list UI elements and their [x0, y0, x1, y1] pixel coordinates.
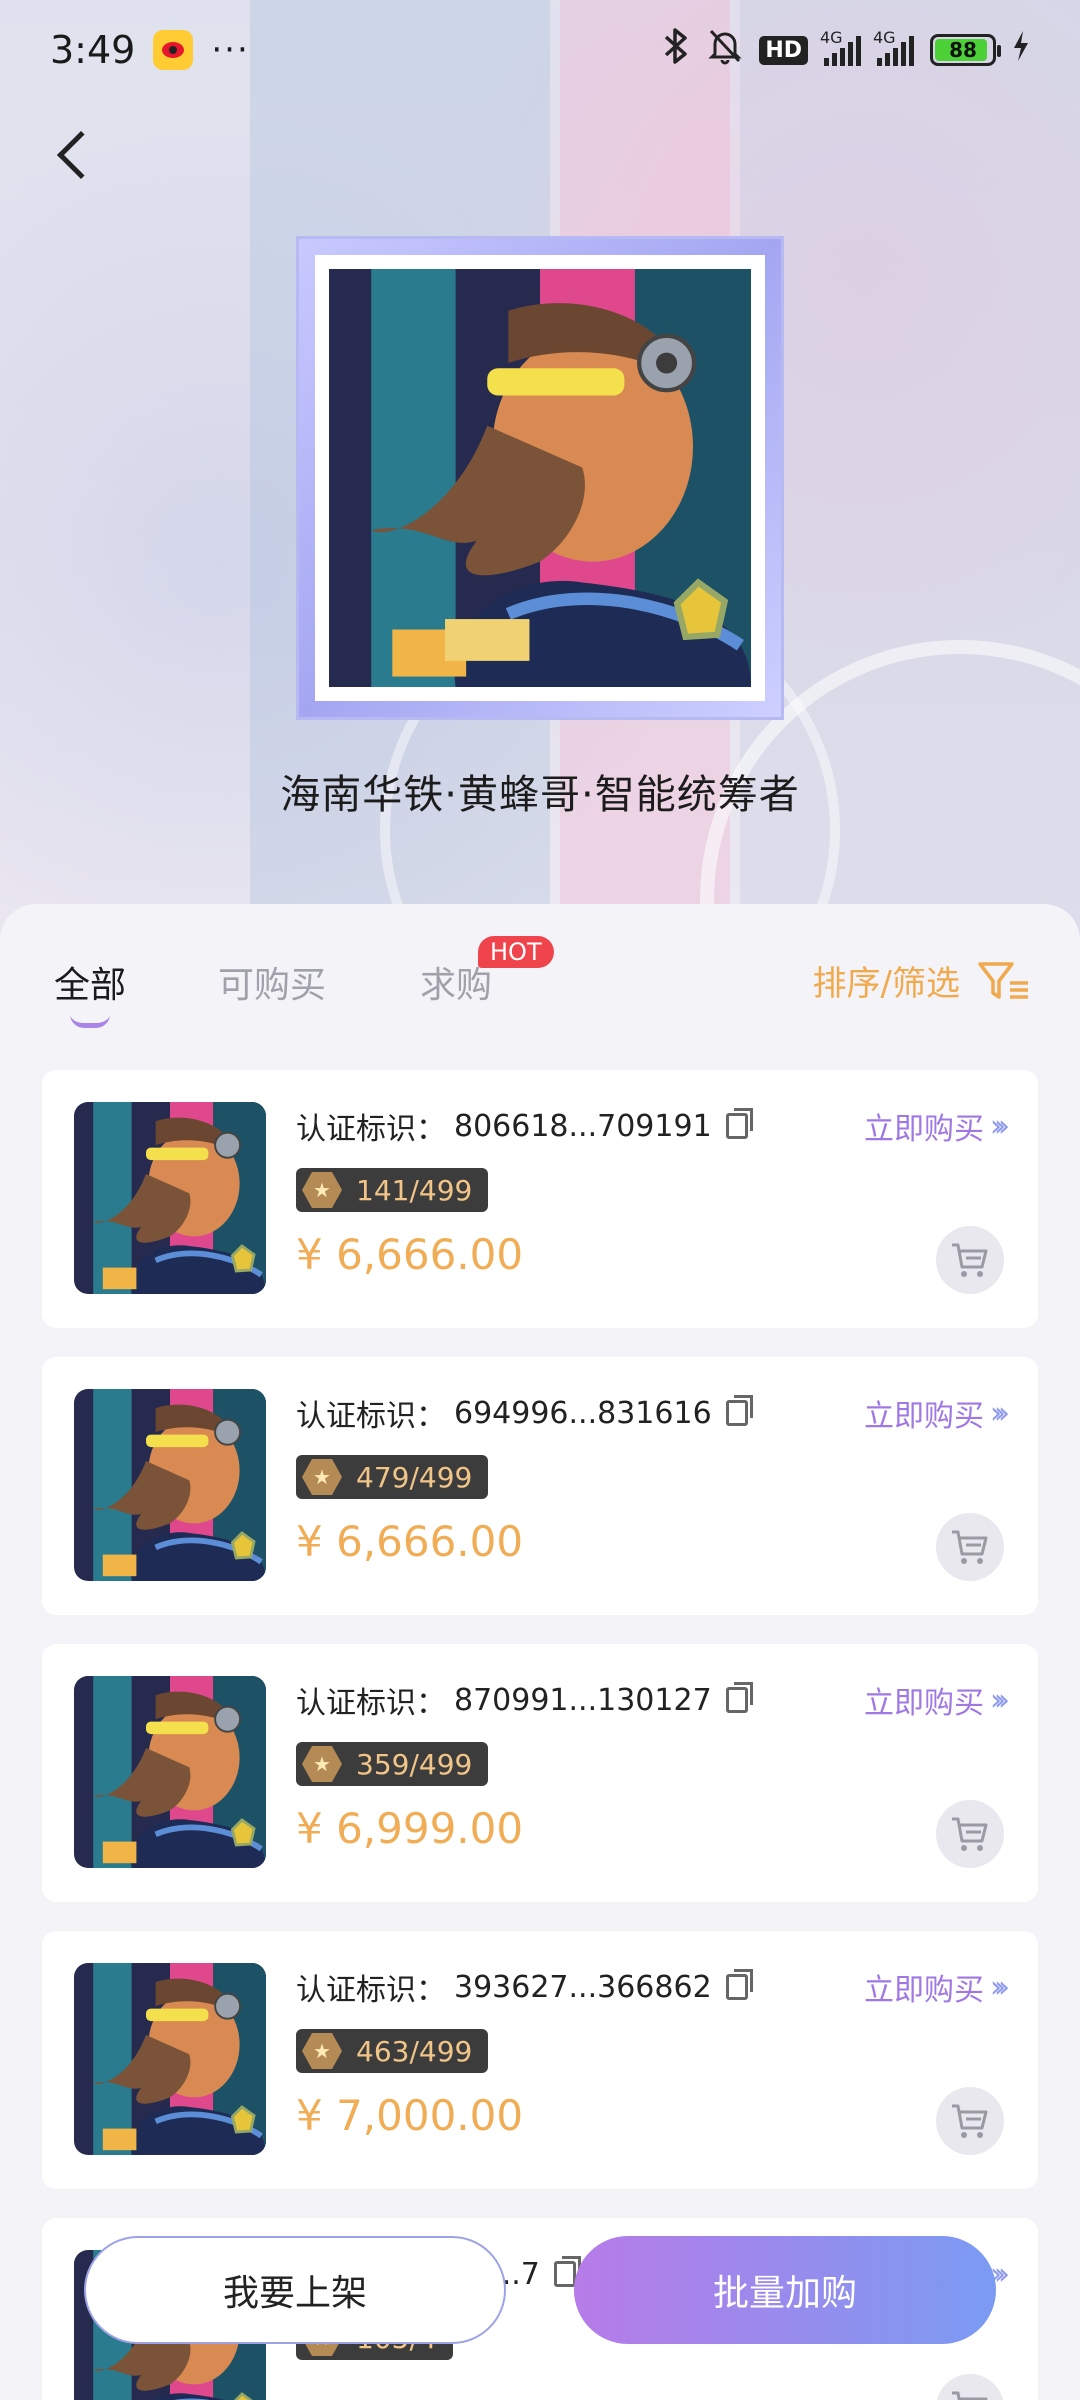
buy-now-label: 立即购买 — [864, 1973, 984, 2008]
listing-price: ¥ 7,000.00 — [296, 2091, 524, 2140]
tab-buyable[interactable]: 可购买 — [218, 956, 326, 1008]
edition-badge: ★ 141/499 — [296, 1168, 489, 1212]
tab-bar: 全部 可购买 求购 HOT 排序/筛选 — [0, 904, 1080, 1028]
certificate-label: 认证标识： — [296, 1686, 446, 1721]
tab-all[interactable]: 全部 — [54, 956, 126, 1008]
listing-card[interactable]: 认证标识： 393627...366862 ★ 463/499 ¥ 7,000.… — [42, 1931, 1038, 2189]
listing-thumbnail — [74, 1102, 266, 1294]
buy-now-label: 立即购买 — [864, 1686, 984, 1721]
listing-thumbnail — [74, 1676, 266, 1868]
cart-icon — [952, 2391, 988, 2400]
artwork-frame — [296, 236, 784, 720]
artwork-image — [329, 269, 751, 687]
certificate-label: 认证标识： — [296, 1973, 446, 2008]
filter-icon — [978, 961, 1028, 999]
buy-now-link[interactable]: 立即购买 ››› — [864, 1965, 1010, 2009]
cart-icon — [952, 1530, 988, 1564]
status-icons: HD 4G 4G 88 — [661, 27, 1030, 74]
add-to-cart-button[interactable] — [936, 1226, 1004, 1294]
hd-voice-badge: HD — [759, 35, 808, 65]
certificate-id: 认证标识： 694996...831616 — [296, 1391, 753, 1435]
add-to-cart-button[interactable] — [936, 1513, 1004, 1581]
edition-number: 463/499 — [356, 2034, 473, 2068]
copy-icon[interactable] — [725, 1682, 753, 1713]
edition-badge: ★ 359/499 — [296, 1742, 489, 1786]
status-time: 3:49 — [50, 28, 136, 72]
edition-number: 479/499 — [356, 1460, 473, 1494]
buy-now-link[interactable]: 立即购买 ››› — [864, 1104, 1010, 1148]
add-to-cart-button[interactable] — [936, 2087, 1004, 2155]
bluetooth-icon — [661, 27, 691, 74]
buy-now-link[interactable]: 立即购买 ››› — [864, 1678, 1010, 1722]
artwork-title: 海南华铁·黄蜂哥·智能统筹者 — [280, 772, 800, 818]
buy-now-link[interactable]: 立即购买 ››› — [864, 1391, 1010, 1435]
battery-icon: 88 — [930, 34, 1001, 66]
certificate-value: 393627...366862 — [454, 1969, 712, 2005]
add-to-cart-button[interactable] — [936, 2374, 1004, 2400]
certificate-label: 认证标识： — [296, 1399, 446, 1434]
triple-chevron-right-icon: ››› — [990, 1969, 1010, 2005]
triple-chevron-right-icon: ››› — [990, 1682, 1010, 1718]
more-notifications-icon: ··· — [211, 30, 250, 70]
hot-badge: HOT — [478, 936, 554, 968]
status-bar: 3:49 ··· HD 4G 4G 88 — [0, 0, 1080, 100]
edition-badge: ★ 463/499 — [296, 2029, 489, 2073]
star-hexagon-icon: ★ — [302, 2033, 342, 2069]
weibo-notification-icon — [153, 30, 194, 70]
sort-filter-button[interactable]: 排序/筛选 — [813, 956, 1030, 1005]
edition-number: 141/499 — [356, 1173, 473, 1207]
listing-price: ¥ 6,999.00 — [296, 1804, 524, 1853]
battery-level: 88 — [949, 38, 977, 62]
charging-icon — [1012, 30, 1030, 71]
copy-icon[interactable] — [725, 1108, 753, 1139]
copy-icon[interactable] — [725, 1969, 753, 2000]
certificate-value: 694996...831616 — [454, 1395, 712, 1431]
certificate-id: 认证标识： 870991...130127 — [296, 1678, 753, 1722]
star-hexagon-icon: ★ — [302, 1746, 342, 1782]
batch-add-to-cart-button[interactable]: 批量加购 — [574, 2236, 996, 2344]
certificate-id: 认证标识： 393627...366862 — [296, 1965, 753, 2009]
listing-card[interactable]: 认证标识： 870991...130127 ★ 359/499 ¥ 6,999.… — [42, 1644, 1038, 1902]
certificate-label: 认证标识： — [296, 1112, 446, 1147]
add-to-cart-button[interactable] — [936, 1800, 1004, 1868]
tab-active-indicator — [70, 1014, 110, 1028]
cart-icon — [952, 1817, 988, 1851]
signal-strength-icon: 4G — [820, 28, 861, 66]
listing-price: ¥ 6,666.00 — [296, 1517, 524, 1566]
certificate-value: 870991...130127 — [454, 1682, 712, 1718]
certificate-value: 806618...709191 — [454, 1108, 712, 1144]
listing-price: ¥ 6,666.00 — [296, 1230, 524, 1279]
listing-card[interactable]: 认证标识： 694996...831616 ★ 479/499 ¥ 6,666.… — [42, 1357, 1038, 1615]
listing-card[interactable]: 认证标识： 806618...709191 ★ 141/499 ¥ 6,666.… — [42, 1070, 1038, 1328]
cart-icon — [952, 2104, 988, 2138]
buy-now-label: 立即购买 — [864, 1112, 984, 1147]
listing-thumbnail — [74, 1963, 266, 2155]
edition-badge: ★ 479/499 — [296, 1455, 489, 1499]
signal-strength-icon: 4G — [873, 28, 914, 66]
buy-now-label: 立即购买 — [864, 1399, 984, 1434]
star-hexagon-icon: ★ — [302, 1172, 342, 1208]
copy-icon[interactable] — [725, 1395, 753, 1426]
mute-bell-icon — [707, 27, 743, 74]
edition-number: 359/499 — [356, 1747, 473, 1781]
certificate-id: 认证标识： 806618...709191 — [296, 1104, 753, 1148]
sort-filter-label: 排序/筛选 — [812, 964, 960, 1004]
cart-icon — [952, 1243, 988, 1277]
back-button[interactable] — [44, 120, 106, 190]
triple-chevron-right-icon: ››› — [990, 1395, 1010, 1431]
listing-thumbnail — [74, 1389, 266, 1581]
star-hexagon-icon: ★ — [302, 1459, 342, 1495]
chevron-left-icon — [56, 130, 106, 180]
copy-icon[interactable] — [553, 2256, 581, 2287]
triple-chevron-right-icon: ››› — [990, 1108, 1010, 1144]
list-for-sale-button[interactable]: 我要上架 — [84, 2236, 506, 2344]
